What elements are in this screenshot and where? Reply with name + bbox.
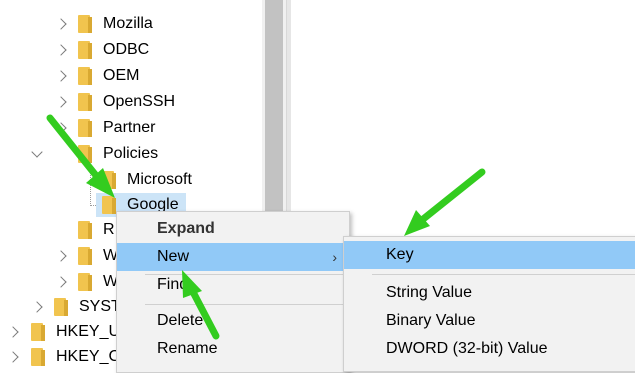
chevron-right-icon[interactable] [7,351,19,363]
tree-item-label: ODBC [103,41,150,58]
green-arrow-icon [404,168,486,236]
folder-icon [78,67,92,85]
folder-icon [78,15,92,33]
folder-icon [78,273,92,291]
tree-item-odbc[interactable]: ODBC [0,38,262,62]
folder-icon [31,348,45,366]
chevron-right-icon[interactable] [55,44,67,56]
folder-icon [102,171,116,189]
tree-item-label: HKEY_C [56,348,121,365]
menu-item-string-value[interactable]: String Value [344,279,635,307]
menu-item-dword-value[interactable]: DWORD (32-bit) Value [344,335,635,363]
chevron-right-icon[interactable] [55,96,67,108]
submenu-arrow-icon: › [332,249,337,265]
menu-item-label: Rename [157,340,218,357]
menu-item-label: Find [157,276,189,293]
folder-icon [78,93,92,111]
tree-item-label: Policies [103,145,159,162]
menu-item-label: Key [386,246,414,263]
tree-item-label: OEM [103,67,140,84]
tree-item-label: HKEY_U [56,323,121,340]
chevron-right-icon[interactable] [55,250,67,262]
tree-item-label: SYST [79,298,121,315]
folder-icon [78,247,92,265]
chevron-right-icon[interactable] [55,18,67,30]
menu-item-new[interactable]: New › [117,243,349,271]
menu-item-find[interactable]: Find [117,271,349,299]
tree-item-mozilla[interactable]: Mozilla [0,12,262,36]
tree-item-oem[interactable]: OEM [0,64,262,88]
menu-item-label: DWORD (32-bit) Value [386,340,548,357]
menu-item-label: New [157,248,190,265]
tree-item-label: OpenSSH [103,93,176,110]
new-submenu: Key String Value Binary Value DWORD (32-… [343,236,635,372]
tree-item-microsoft[interactable]: Microsoft [0,168,262,192]
chevron-right-icon[interactable] [55,70,67,82]
tree-item-label: Microsoft [127,171,192,188]
menu-item-label: Expand [157,220,215,237]
menu-separator [145,304,345,305]
menu-separator [372,274,635,275]
chevron-right-icon[interactable] [55,122,67,134]
tree-item-openssh[interactable]: OpenSSH [0,90,262,114]
folder-icon [78,221,92,239]
folder-icon [31,323,45,341]
folder-icon [78,41,92,59]
tree-item-partner[interactable]: Partner [0,116,262,140]
context-menu: Expand New › Find Delete Rename [116,211,350,373]
menu-item-key[interactable]: Key [344,241,635,269]
menu-item-label: Delete [157,312,204,329]
tree-item-label: R [103,221,115,238]
menu-item-rename[interactable]: Rename [117,335,349,363]
folder-icon [54,298,68,316]
menu-item-label: String Value [386,284,472,301]
tree-item-label: Mozilla [103,15,153,32]
menu-item-expand[interactable]: Expand [117,215,349,243]
chevron-right-icon[interactable] [31,301,43,313]
folder-icon [78,145,92,163]
tree-item-label: Partner [103,119,156,136]
menu-item-label: Binary Value [386,312,476,329]
folder-icon [102,196,116,214]
menu-item-delete[interactable]: Delete [117,307,349,335]
tree-item-policies[interactable]: Policies [0,142,262,166]
chevron-right-icon[interactable] [7,326,19,338]
chevron-down-icon[interactable] [31,146,43,158]
folder-icon [78,119,92,137]
chevron-right-icon[interactable] [55,276,67,288]
menu-item-binary-value[interactable]: Binary Value [344,307,635,335]
